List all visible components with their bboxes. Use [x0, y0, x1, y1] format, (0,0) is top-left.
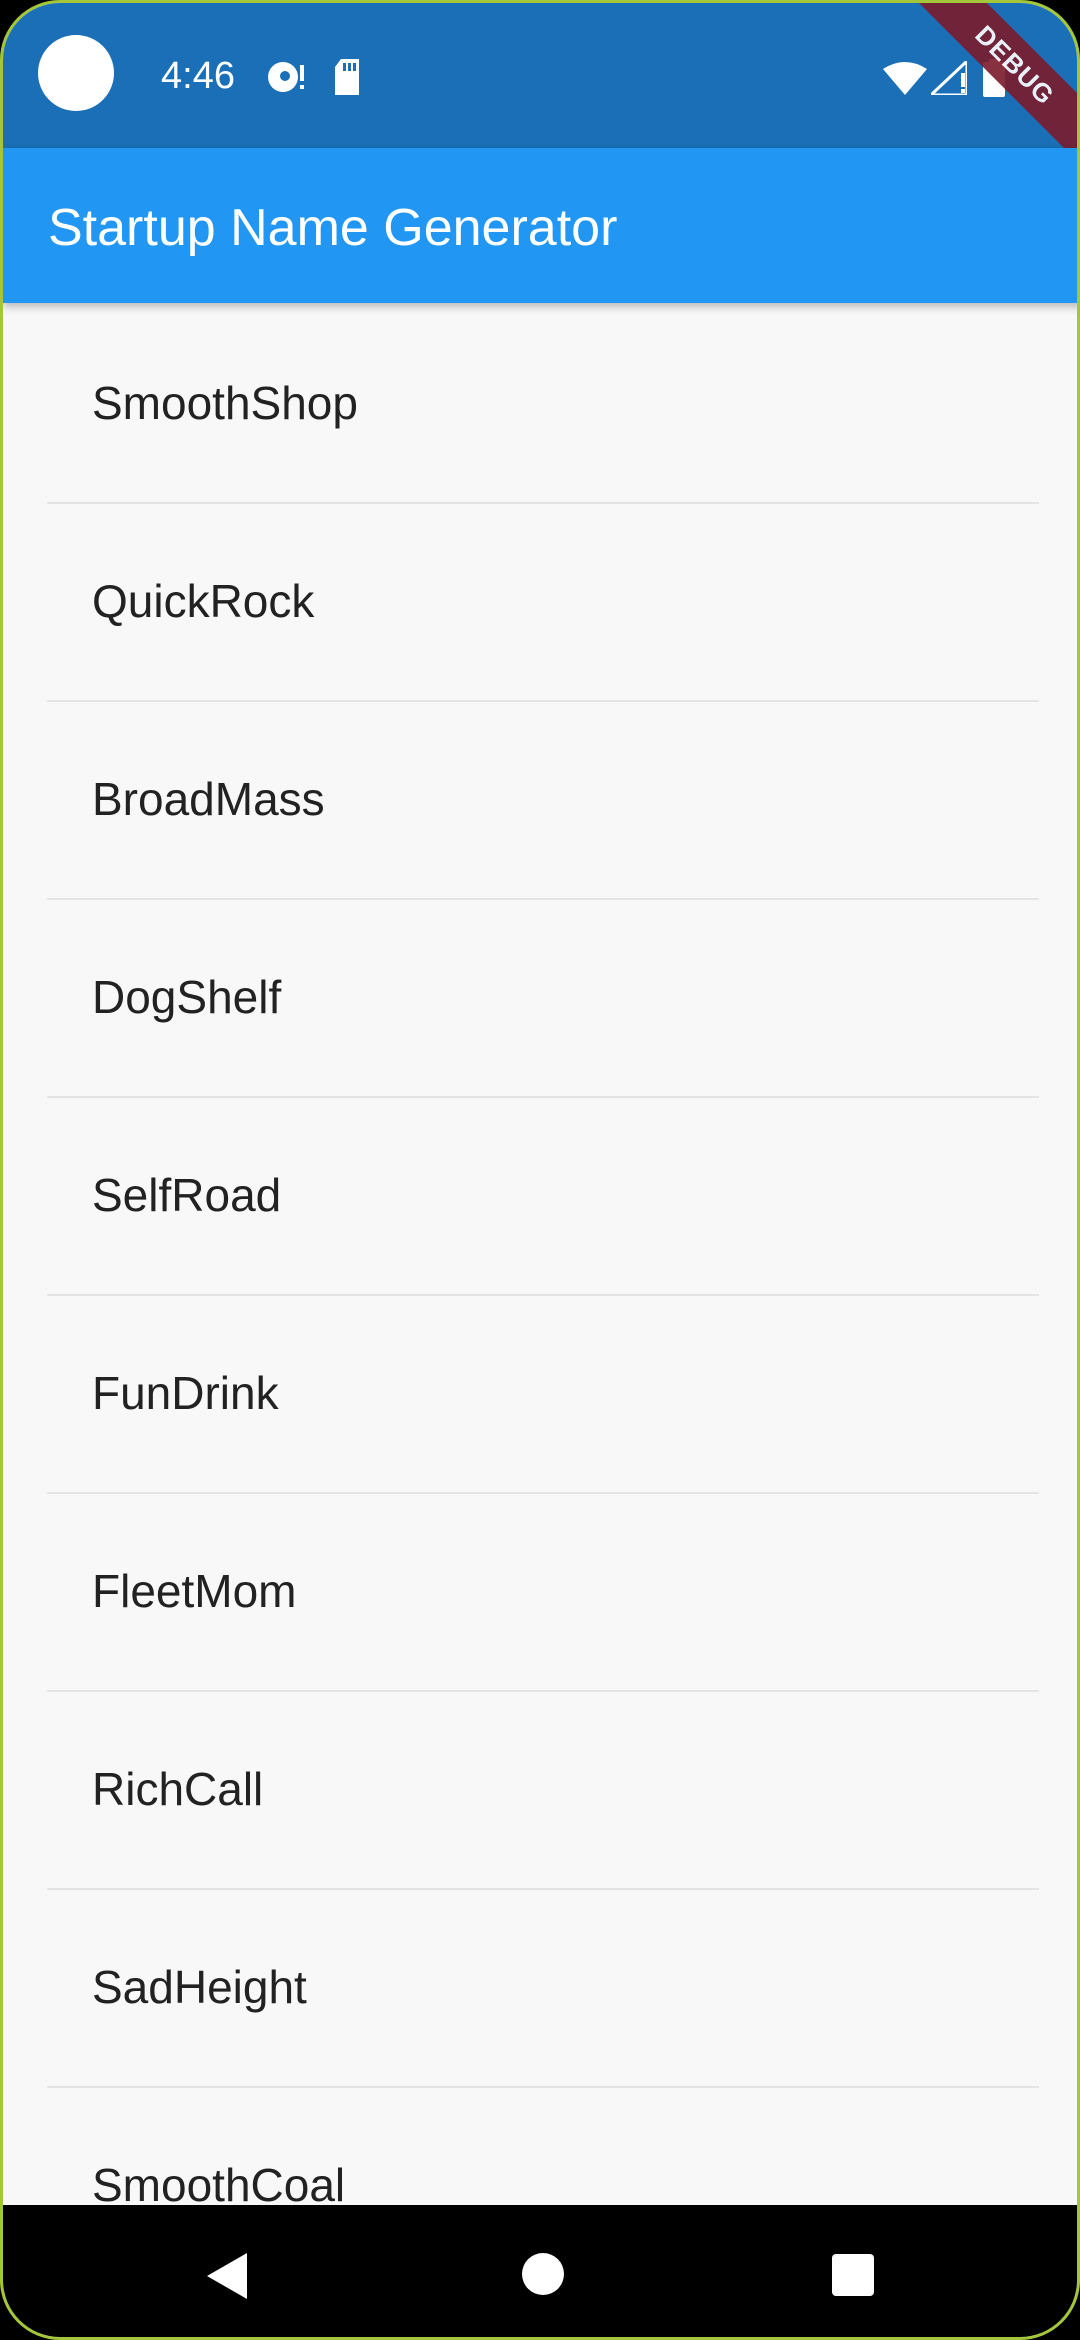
app-bar: Startup Name Generator — [3, 148, 1077, 303]
list-item[interactable]: SmoothCoal — [47, 2088, 1039, 2205]
recents-icon[interactable] — [832, 2254, 874, 2301]
app-title: Startup Name Generator — [48, 199, 618, 257]
list-item-label: SadHeight — [92, 1961, 307, 2013]
list-item-label: DogShelf — [92, 971, 282, 1023]
disc-icon — [265, 59, 307, 100]
list-item[interactable]: SadHeight — [47, 1890, 1039, 2088]
status-time: 4:46 — [161, 55, 235, 97]
wifi-icon — [883, 61, 927, 100]
list-item[interactable]: BroadMass — [47, 702, 1039, 900]
list-item-label: SelfRoad — [92, 1169, 282, 1221]
list-item[interactable]: DogShelf — [47, 900, 1039, 1098]
list-item-label: FleetMom — [92, 1565, 297, 1617]
back-icon[interactable] — [207, 2253, 247, 2304]
list-item-label: QuickRock — [92, 575, 315, 627]
list-item-label: SmoothShop — [92, 377, 358, 429]
signal-icon — [927, 57, 969, 100]
list-item-label: SmoothCoal — [92, 2159, 346, 2205]
status-bar: 4:46 DEBUG — [3, 3, 1077, 174]
list-item[interactable]: QuickRock — [47, 504, 1039, 702]
list-item[interactable]: SelfRoad — [47, 1098, 1039, 1296]
list-item-label: BroadMass — [92, 773, 325, 825]
list-item-label: RichCall — [92, 1763, 264, 1815]
list-item-label: FunDrink — [92, 1367, 279, 1419]
startup-name-list[interactable]: SmoothShop QuickRock BroadMass DogShelf … — [3, 303, 1077, 2205]
camera-cutout — [38, 35, 114, 111]
list-item[interactable]: RichCall — [47, 1692, 1039, 1890]
list-item[interactable]: SmoothShop — [47, 303, 1039, 504]
list-item[interactable]: FleetMom — [47, 1494, 1039, 1692]
home-icon[interactable] — [522, 2253, 564, 2300]
navigation-bar — [3, 2205, 1077, 2337]
phone-screen: 4:46 DEBUG Startup Name Generator Smooth… — [0, 0, 1080, 2340]
sd-card-icon — [333, 59, 361, 100]
list-item[interactable]: FunDrink — [47, 1296, 1039, 1494]
